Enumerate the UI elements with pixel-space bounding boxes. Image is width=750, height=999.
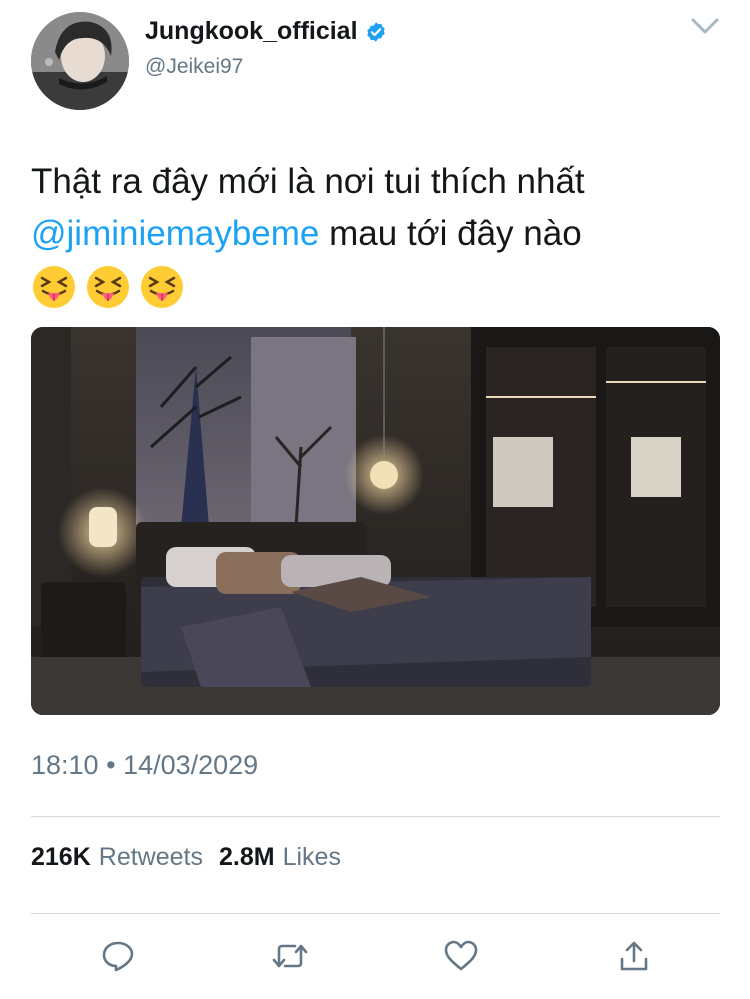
- retweet-button[interactable]: [270, 936, 310, 976]
- tweet-time: 18:10: [31, 750, 99, 780]
- likes-label[interactable]: Likes: [283, 843, 341, 872]
- user-handle[interactable]: @Jeikei97: [145, 55, 243, 79]
- tweet-line-2-text: mau tới đây nào: [319, 214, 582, 253]
- heart-icon: [444, 940, 478, 971]
- reply-icon: [102, 941, 134, 972]
- author-name-row[interactable]: Jungkook_official: [145, 17, 387, 46]
- divider: [31, 913, 720, 914]
- retweets-count[interactable]: 216K: [31, 843, 91, 872]
- like-button[interactable]: [441, 936, 481, 976]
- divider: [31, 816, 720, 817]
- chevron-down-icon[interactable]: [690, 15, 720, 37]
- avatar[interactable]: [31, 12, 129, 110]
- tweet-media-photo[interactable]: [31, 327, 720, 715]
- retweets-label[interactable]: Retweets: [99, 843, 203, 872]
- squinting-face-with-tongue-icon: [141, 266, 183, 308]
- display-name[interactable]: Jungkook_official: [145, 17, 358, 46]
- verified-badge-icon: [366, 21, 385, 42]
- tweet-text: Thật ra đây mới là nơi tui thích nhất @j…: [31, 156, 721, 310]
- reply-button[interactable]: [98, 936, 138, 976]
- share-icon: [620, 941, 648, 971]
- tweet-line-2: @jiminiemaybeme mau tới đây nào: [31, 208, 721, 260]
- action-bar: [0, 936, 750, 978]
- tweet-date: 14/03/2029: [123, 750, 259, 780]
- squinting-face-with-tongue-icon: [33, 266, 75, 308]
- share-button[interactable]: [614, 936, 654, 976]
- tweet-line-1: Thật ra đây mới là nơi tui thích nhất: [31, 162, 585, 201]
- retweet-icon: [272, 944, 308, 968]
- squinting-face-with-tongue-icon: [87, 266, 129, 308]
- tweet-timestamp[interactable]: 18:10 • 14/03/2029: [31, 750, 258, 781]
- mention-link[interactable]: @jiminiemaybeme: [31, 214, 319, 253]
- timestamp-separator: •: [106, 750, 116, 780]
- engagement-stats: 216K Retweets 2.8M Likes: [31, 843, 357, 872]
- emoji-row: [31, 264, 721, 310]
- likes-count[interactable]: 2.8M: [219, 843, 275, 872]
